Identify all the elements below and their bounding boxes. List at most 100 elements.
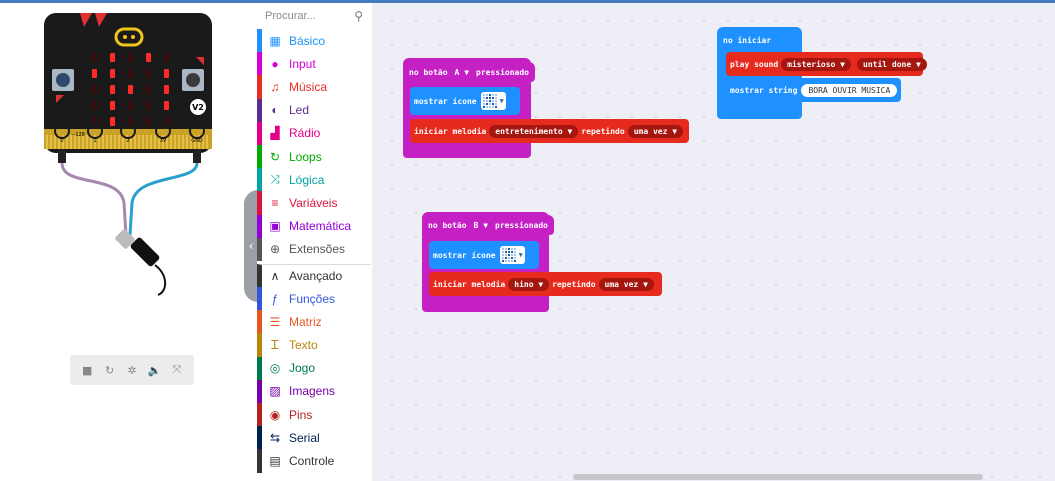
debug-icon[interactable]: ✲ <box>123 364 141 377</box>
category-label: Básico <box>289 33 326 48</box>
icon-preview <box>482 94 497 108</box>
microbit-board-illustration[interactable]: V2 0 −128 1 2 3V GND <box>0 3 256 303</box>
category-label: Controle <box>289 453 335 468</box>
category-musica[interactable]: ♫ Música <box>257 75 371 99</box>
icon-picker[interactable]: ▼ <box>480 92 506 110</box>
on-button-a-hat[interactable]: no botão A ▼ pressionado <box>403 62 535 82</box>
show-icon-block[interactable]: mostrar ícone ▼ <box>429 241 539 269</box>
collapse-simulator-handle[interactable]: ‹ <box>244 190 258 302</box>
category-avancado[interactable]: ∧ Avançado <box>257 263 371 288</box>
category-texto[interactable]: Ꮖ Texto <box>257 333 371 357</box>
repeat-prefix-label: repetindo <box>552 279 596 289</box>
show-string-label: mostrar string <box>730 85 798 95</box>
toolbox: ⚲ ▦ Básico ● Input ♫ Música ◐ Led ▟ Rádio ↻ Loops ⤨ L… <box>257 3 371 481</box>
dropdown-arrow-icon: ▼ <box>518 251 523 259</box>
headphones-icon: ♫ <box>270 79 280 94</box>
show-icon-label: mostrar ícone <box>433 250 496 260</box>
horizontal-scrollbar[interactable] <box>573 474 983 480</box>
melody-dropdown[interactable]: hino ▼ <box>508 277 550 291</box>
dropdown-arrow-icon: ▼ <box>499 97 504 105</box>
chevron-left-icon: ‹ <box>248 239 254 253</box>
category-loops[interactable]: ↻ Loops <box>257 144 371 169</box>
led-pixel <box>128 85 133 94</box>
category-list: ▦ Básico ● Input ♫ Música ◐ Led ▟ Rádio ↻ Loops ⤨ Lóg… <box>257 29 371 473</box>
text-icon: Ꮖ <box>271 337 279 352</box>
toggle-icon: ◐ <box>271 103 279 118</box>
hat-prefix-label: no botão <box>428 220 467 230</box>
category-pins[interactable]: ◉ Pins <box>257 403 371 427</box>
category-label: Texto <box>289 338 318 353</box>
fullscreen-icon[interactable]: ⤧ <box>168 363 186 377</box>
category-led[interactable]: ◐ Led <box>257 98 371 122</box>
string-value-field[interactable]: BORA OUVIR MUSICA <box>801 83 898 97</box>
led-pixel <box>128 101 133 110</box>
list-icon: ☰ <box>269 314 281 329</box>
category-logica[interactable]: ⤨ Lógica <box>257 168 371 192</box>
led-pixel <box>128 69 133 78</box>
restart-icon[interactable]: ↻ <box>101 364 119 377</box>
repeat-dropdown[interactable]: uma vez ▼ <box>627 124 684 138</box>
show-icon-block[interactable]: mostrar ícone ▼ <box>410 87 520 115</box>
led-pixel <box>110 117 115 126</box>
category-label: Avançado <box>289 268 343 283</box>
play-sound-block[interactable]: play sound misterioso ▼ until done ▼ <box>726 52 927 76</box>
search-input[interactable] <box>265 10 343 22</box>
led-pixel <box>164 53 169 62</box>
loop-icon: ↻ <box>269 149 281 164</box>
category-label: Extensões <box>289 242 346 257</box>
melody-dropdown[interactable]: entretenimento ▼ <box>489 124 579 138</box>
icon-picker[interactable]: ▼ <box>499 246 525 264</box>
category-imagens[interactable]: ▨ Imagens <box>257 379 371 403</box>
calculator-icon: ▣ <box>269 219 281 234</box>
mute-icon[interactable]: 🔈 <box>145 364 163 377</box>
hat-prefix-label: no botão <box>409 67 448 77</box>
category-label: Loops <box>289 149 322 164</box>
led-pixel <box>146 117 151 126</box>
lines-icon: ≡ <box>271 195 279 210</box>
led-pixel <box>110 69 115 78</box>
led-pixel <box>164 101 169 110</box>
sound-dropdown[interactable]: misterioso ▼ <box>781 57 851 71</box>
category-input[interactable]: ● Input <box>257 52 371 76</box>
category-matriz[interactable]: ☰ Matriz <box>257 310 371 334</box>
led-pixel <box>146 53 151 62</box>
category-label: Variáveis <box>289 195 338 210</box>
category-radio[interactable]: ▟ Rádio <box>257 121 371 145</box>
start-melody-block[interactable]: iniciar melodia hino ▼ repetindo uma vez… <box>429 272 662 296</box>
button-dropdown[interactable]: B ▼ <box>470 221 492 230</box>
repeat-prefix-label: repetindo <box>581 126 625 136</box>
on-start-label: no iniciar <box>723 35 772 45</box>
category-basico[interactable]: ▦ Básico <box>257 29 371 53</box>
category-variaveis[interactable]: ≡ Variáveis <box>257 191 371 215</box>
category-label: Funções <box>289 291 336 306</box>
gamepad-icon: ◎ <box>269 361 281 376</box>
target-icon: ◉ <box>269 407 281 422</box>
search-icon[interactable]: ⚲ <box>354 9 363 23</box>
on-button-b-hat[interactable]: no botão B ▼ pressionado <box>422 215 554 235</box>
melody-prefix-label: iniciar melodia <box>433 279 506 289</box>
button-dropdown[interactable]: A ▼ <box>451 68 473 77</box>
start-melody-block[interactable]: iniciar melodia entretenimento ▼ repetin… <box>410 119 689 143</box>
category-label: Imagens <box>289 384 336 399</box>
play-mode-dropdown[interactable]: until done ▼ <box>857 57 927 71</box>
led-pixel <box>164 69 169 78</box>
on-start-hat[interactable]: no iniciar <box>717 30 778 50</box>
led-pixel <box>92 85 97 94</box>
repeat-dropdown[interactable]: uma vez ▼ <box>598 277 654 291</box>
category-funcoes[interactable]: ƒ Funções <box>257 287 371 311</box>
signal-icon: ▟ <box>270 126 280 141</box>
category-label: Input <box>289 56 316 71</box>
shuffle-icon: ⤨ <box>270 172 280 187</box>
category-controle[interactable]: ▤ Controle <box>257 449 371 473</box>
pin-0-label: 0 <box>60 138 63 144</box>
led-pixel <box>146 69 151 78</box>
category-serial[interactable]: ⇆ Serial <box>257 426 371 450</box>
category-extensoes[interactable]: ⊕ Extensões <box>257 237 371 261</box>
chevron-up-icon: ∧ <box>270 268 280 283</box>
show-string-block[interactable]: mostrar string BORA OUVIR MUSICA <box>726 78 901 102</box>
pin-gnd-label: GND <box>191 138 203 144</box>
category-matematica[interactable]: ▣ Matemática <box>257 214 371 238</box>
stop-icon[interactable]: ■ <box>78 364 96 377</box>
usb-icon: ⇆ <box>269 430 281 445</box>
category-jogo[interactable]: ◎ Jogo <box>257 356 371 380</box>
